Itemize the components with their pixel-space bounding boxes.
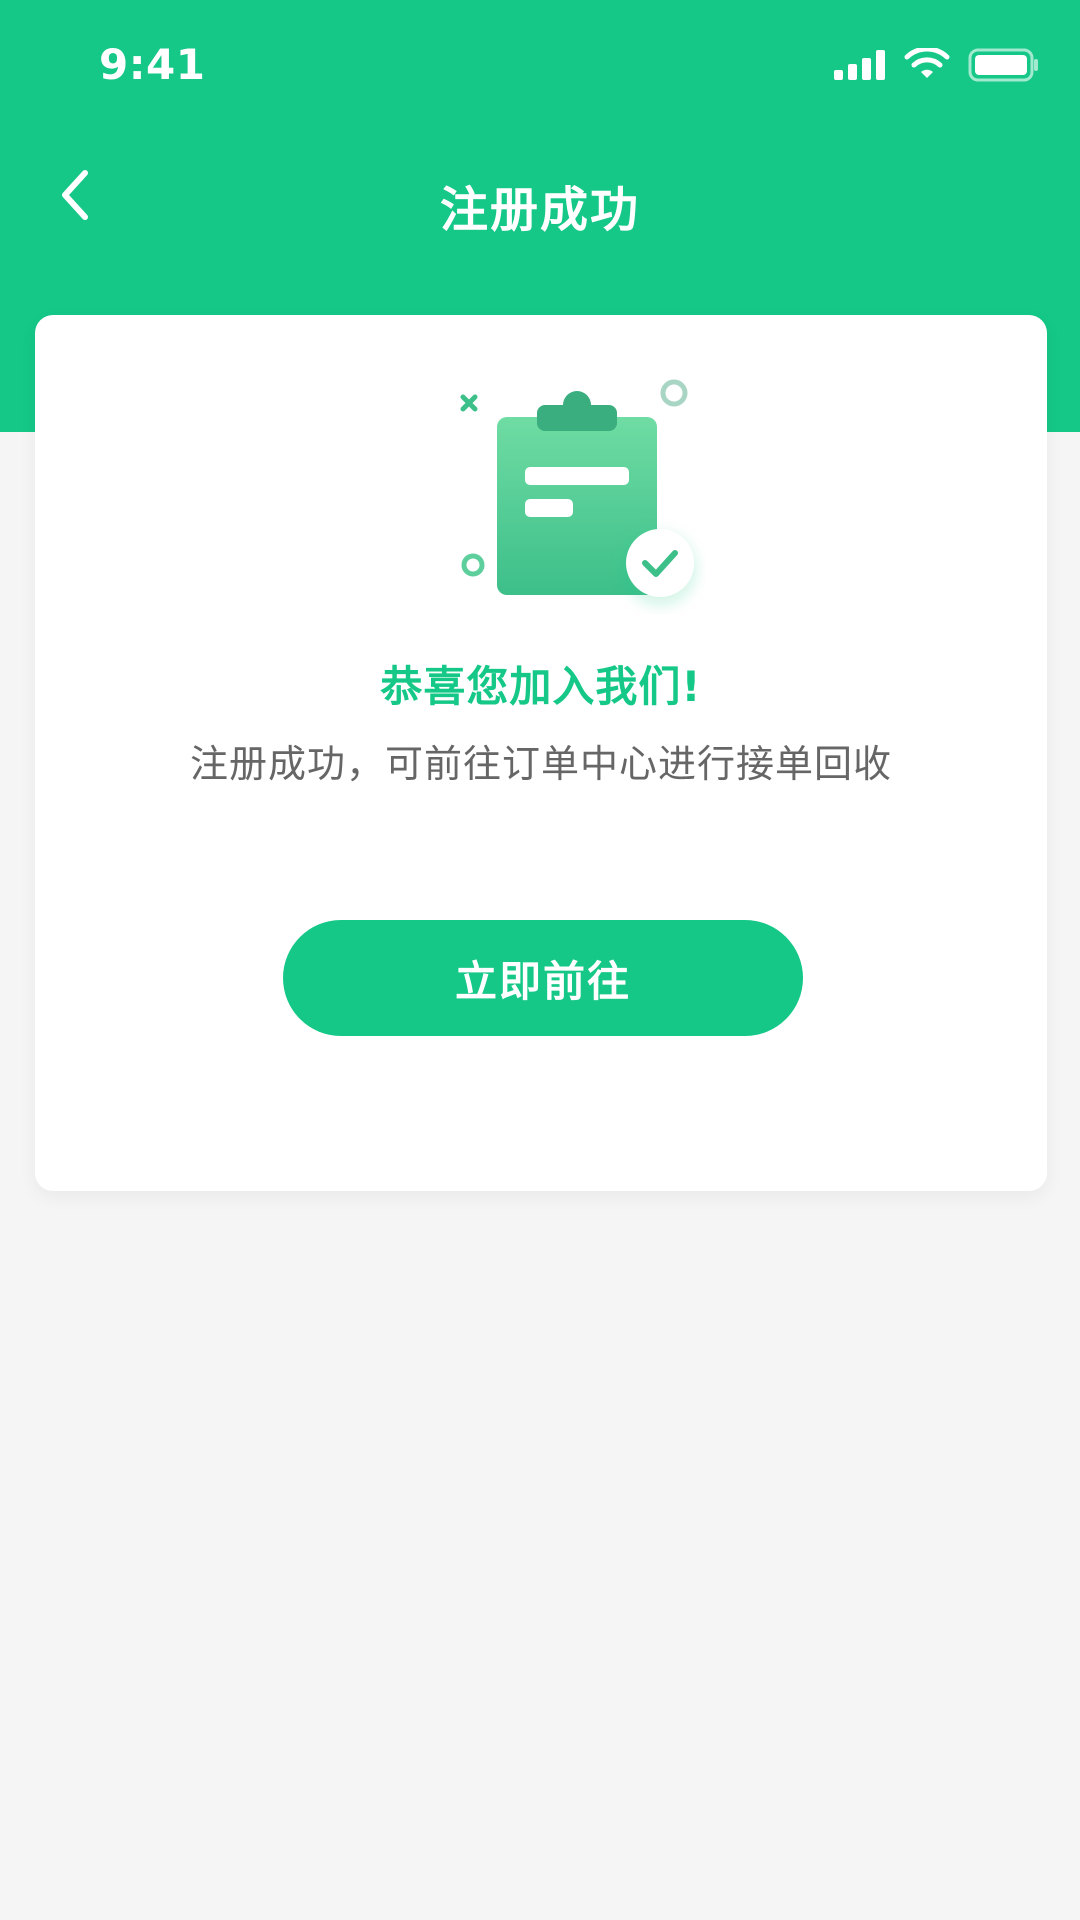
success-card: 恭喜您加入我们! 注册成功，可前往订单中心进行接单回收 立即前往 — [35, 315, 1047, 1191]
status-icons — [834, 48, 1040, 82]
navigation-bar: 注册成功 — [0, 150, 1080, 250]
signal-icon — [834, 50, 885, 80]
success-headline: 恭喜您加入我们! — [380, 662, 702, 711]
go-now-button[interactable]: 立即前往 — [283, 920, 803, 1036]
registration-success-page: 9:41 注册成功 恭喜您加入我们! 注册成功，可前往订单中心进行接单回收 立即… — [0, 0, 1080, 1920]
page-title: 注册成功 — [439, 182, 640, 238]
status-bar: 9:41 — [0, 0, 1080, 132]
clipboard-check-icon — [460, 379, 694, 597]
status-time: 9:41 — [99, 40, 206, 89]
wifi-icon — [904, 48, 950, 78]
success-message: 注册成功，可前往订单中心进行接单回收 — [189, 742, 892, 786]
battery-icon — [968, 48, 1038, 82]
